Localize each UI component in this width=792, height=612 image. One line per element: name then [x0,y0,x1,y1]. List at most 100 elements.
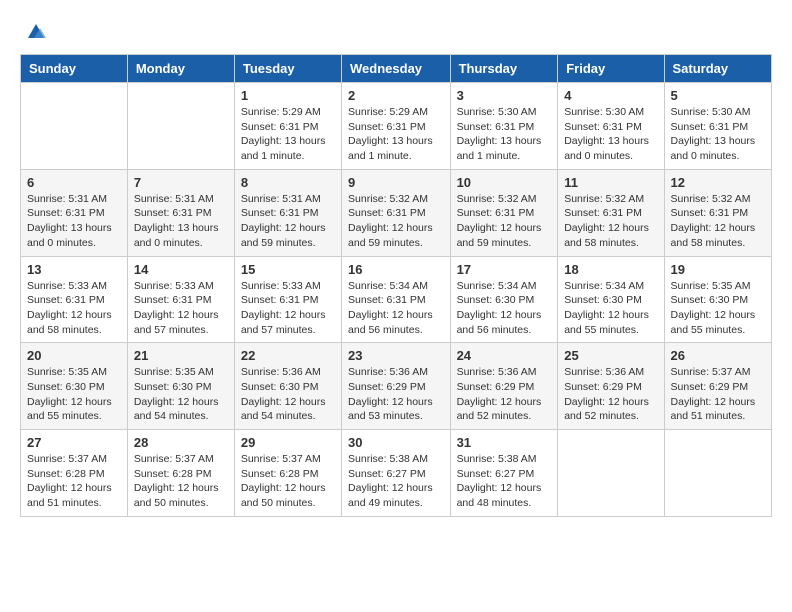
day-number: 11 [564,175,657,190]
day-info: Sunrise: 5:31 AM Sunset: 6:31 PM Dayligh… [27,192,121,251]
calendar-cell: 6 Sunrise: 5:31 AM Sunset: 6:31 PM Daylig… [21,169,128,256]
day-info: Sunrise: 5:37 AM Sunset: 6:28 PM Dayligh… [241,452,335,511]
day-info: Sunrise: 5:30 AM Sunset: 6:31 PM Dayligh… [457,105,552,164]
calendar-cell: 24 Sunrise: 5:36 AM Sunset: 6:29 PM Dayli… [450,343,558,430]
day-number: 1 [241,88,335,103]
weekday-header-row: SundayMondayTuesdayWednesdayThursdayFrid… [21,55,772,83]
calendar-cell: 9 Sunrise: 5:32 AM Sunset: 6:31 PM Daylig… [342,169,451,256]
calendar-cell: 10Sunrise: 5:32 AM Sunset: 6:31 PM Dayli… [450,169,558,256]
weekday-header-wednesday: Wednesday [342,55,451,83]
day-info: Sunrise: 5:38 AM Sunset: 6:27 PM Dayligh… [457,452,552,511]
day-number: 9 [348,175,444,190]
day-info: Sunrise: 5:33 AM Sunset: 6:31 PM Dayligh… [27,279,121,338]
calendar-cell: 25 Sunrise: 5:36 AM Sunset: 6:29 PM Dayli… [558,343,664,430]
day-info: Sunrise: 5:32 AM Sunset: 6:31 PM Dayligh… [348,192,444,251]
calendar-week-row: 1 Sunrise: 5:29 AM Sunset: 6:31 PM Daylig… [21,83,772,170]
calendar-cell [558,430,664,517]
calendar-cell: 1 Sunrise: 5:29 AM Sunset: 6:31 PM Daylig… [234,83,341,170]
calendar-cell: 18 Sunrise: 5:34 AM Sunset: 6:30 PM Dayli… [558,256,664,343]
day-number: 25 [564,348,657,363]
calendar-cell [127,83,234,170]
calendar-cell: 17 Sunrise: 5:34 AM Sunset: 6:30 PM Dayli… [450,256,558,343]
day-info: Sunrise: 5:37 AM Sunset: 6:28 PM Dayligh… [134,452,228,511]
logo-icon [24,20,48,44]
day-number: 26 [671,348,765,363]
day-number: 7 [134,175,228,190]
calendar-cell: 29 Sunrise: 5:37 AM Sunset: 6:28 PM Dayli… [234,430,341,517]
calendar-cell: 5 Sunrise: 5:30 AM Sunset: 6:31 PM Daylig… [664,83,771,170]
day-info: Sunrise: 5:32 AM Sunset: 6:31 PM Dayligh… [564,192,657,251]
day-number: 22 [241,348,335,363]
calendar-cell: 22 Sunrise: 5:36 AM Sunset: 6:30 PM Dayli… [234,343,341,430]
calendar-cell: 19 Sunrise: 5:35 AM Sunset: 6:30 PM Dayli… [664,256,771,343]
weekday-header-monday: Monday [127,55,234,83]
day-number: 31 [457,435,552,450]
calendar-week-row: 13Sunrise: 5:33 AM Sunset: 6:31 PM Dayli… [21,256,772,343]
day-info: Sunrise: 5:33 AM Sunset: 6:31 PM Dayligh… [134,279,228,338]
day-info: Sunrise: 5:36 AM Sunset: 6:29 PM Dayligh… [457,365,552,424]
calendar-cell: 23Sunrise: 5:36 AM Sunset: 6:29 PM Dayli… [342,343,451,430]
day-info: Sunrise: 5:36 AM Sunset: 6:29 PM Dayligh… [564,365,657,424]
weekday-header-saturday: Saturday [664,55,771,83]
day-number: 29 [241,435,335,450]
day-info: Sunrise: 5:38 AM Sunset: 6:27 PM Dayligh… [348,452,444,511]
day-number: 21 [134,348,228,363]
calendar-week-row: 6 Sunrise: 5:31 AM Sunset: 6:31 PM Daylig… [21,169,772,256]
day-info: Sunrise: 5:36 AM Sunset: 6:30 PM Dayligh… [241,365,335,424]
calendar-cell: 11 Sunrise: 5:32 AM Sunset: 6:31 PM Dayli… [558,169,664,256]
day-info: Sunrise: 5:35 AM Sunset: 6:30 PM Dayligh… [27,365,121,424]
day-number: 12 [671,175,765,190]
day-info: Sunrise: 5:35 AM Sunset: 6:30 PM Dayligh… [671,279,765,338]
calendar-cell: 27 Sunrise: 5:37 AM Sunset: 6:28 PM Dayli… [21,430,128,517]
day-info: Sunrise: 5:36 AM Sunset: 6:29 PM Dayligh… [348,365,444,424]
day-info: Sunrise: 5:32 AM Sunset: 6:31 PM Dayligh… [671,192,765,251]
calendar-cell: 12 Sunrise: 5:32 AM Sunset: 6:31 PM Dayli… [664,169,771,256]
calendar-cell: 31 Sunrise: 5:38 AM Sunset: 6:27 PM Dayli… [450,430,558,517]
day-number: 8 [241,175,335,190]
day-info: Sunrise: 5:34 AM Sunset: 6:30 PM Dayligh… [457,279,552,338]
day-number: 18 [564,262,657,277]
calendar-cell: 3Sunrise: 5:30 AM Sunset: 6:31 PM Daylig… [450,83,558,170]
day-info: Sunrise: 5:31 AM Sunset: 6:31 PM Dayligh… [134,192,228,251]
day-info: Sunrise: 5:32 AM Sunset: 6:31 PM Dayligh… [457,192,552,251]
day-info: Sunrise: 5:31 AM Sunset: 6:31 PM Dayligh… [241,192,335,251]
day-number: 19 [671,262,765,277]
day-info: Sunrise: 5:34 AM Sunset: 6:31 PM Dayligh… [348,279,444,338]
calendar-cell: 14 Sunrise: 5:33 AM Sunset: 6:31 PM Dayli… [127,256,234,343]
day-info: Sunrise: 5:34 AM Sunset: 6:30 PM Dayligh… [564,279,657,338]
day-info: Sunrise: 5:30 AM Sunset: 6:31 PM Dayligh… [564,105,657,164]
day-info: Sunrise: 5:35 AM Sunset: 6:30 PM Dayligh… [134,365,228,424]
calendar-cell: 28Sunrise: 5:37 AM Sunset: 6:28 PM Dayli… [127,430,234,517]
day-number: 5 [671,88,765,103]
calendar-week-row: 20Sunrise: 5:35 AM Sunset: 6:30 PM Dayli… [21,343,772,430]
day-info: Sunrise: 5:30 AM Sunset: 6:31 PM Dayligh… [671,105,765,164]
page-header [20,20,772,44]
day-number: 30 [348,435,444,450]
day-info: Sunrise: 5:33 AM Sunset: 6:31 PM Dayligh… [241,279,335,338]
day-number: 2 [348,88,444,103]
day-info: Sunrise: 5:37 AM Sunset: 6:28 PM Dayligh… [27,452,121,511]
calendar-cell: 4Sunrise: 5:30 AM Sunset: 6:31 PM Daylig… [558,83,664,170]
weekday-header-thursday: Thursday [450,55,558,83]
logo [20,20,48,44]
calendar-cell [21,83,128,170]
day-number: 17 [457,262,552,277]
calendar-cell: 30 Sunrise: 5:38 AM Sunset: 6:27 PM Dayli… [342,430,451,517]
weekday-header-friday: Friday [558,55,664,83]
calendar-cell: 13Sunrise: 5:33 AM Sunset: 6:31 PM Dayli… [21,256,128,343]
day-info: Sunrise: 5:37 AM Sunset: 6:29 PM Dayligh… [671,365,765,424]
day-number: 16 [348,262,444,277]
day-info: Sunrise: 5:29 AM Sunset: 6:31 PM Dayligh… [241,105,335,164]
weekday-header-sunday: Sunday [21,55,128,83]
day-number: 6 [27,175,121,190]
calendar-cell: 20Sunrise: 5:35 AM Sunset: 6:30 PM Dayli… [21,343,128,430]
day-number: 15 [241,262,335,277]
day-number: 14 [134,262,228,277]
calendar-cell: 26 Sunrise: 5:37 AM Sunset: 6:29 PM Dayli… [664,343,771,430]
calendar-cell: 16 Sunrise: 5:34 AM Sunset: 6:31 PM Dayli… [342,256,451,343]
calendar-cell: 2Sunrise: 5:29 AM Sunset: 6:31 PM Daylig… [342,83,451,170]
calendar-cell: 21 Sunrise: 5:35 AM Sunset: 6:30 PM Dayli… [127,343,234,430]
day-number: 27 [27,435,121,450]
calendar-cell: 7 Sunrise: 5:31 AM Sunset: 6:31 PM Daylig… [127,169,234,256]
day-number: 24 [457,348,552,363]
